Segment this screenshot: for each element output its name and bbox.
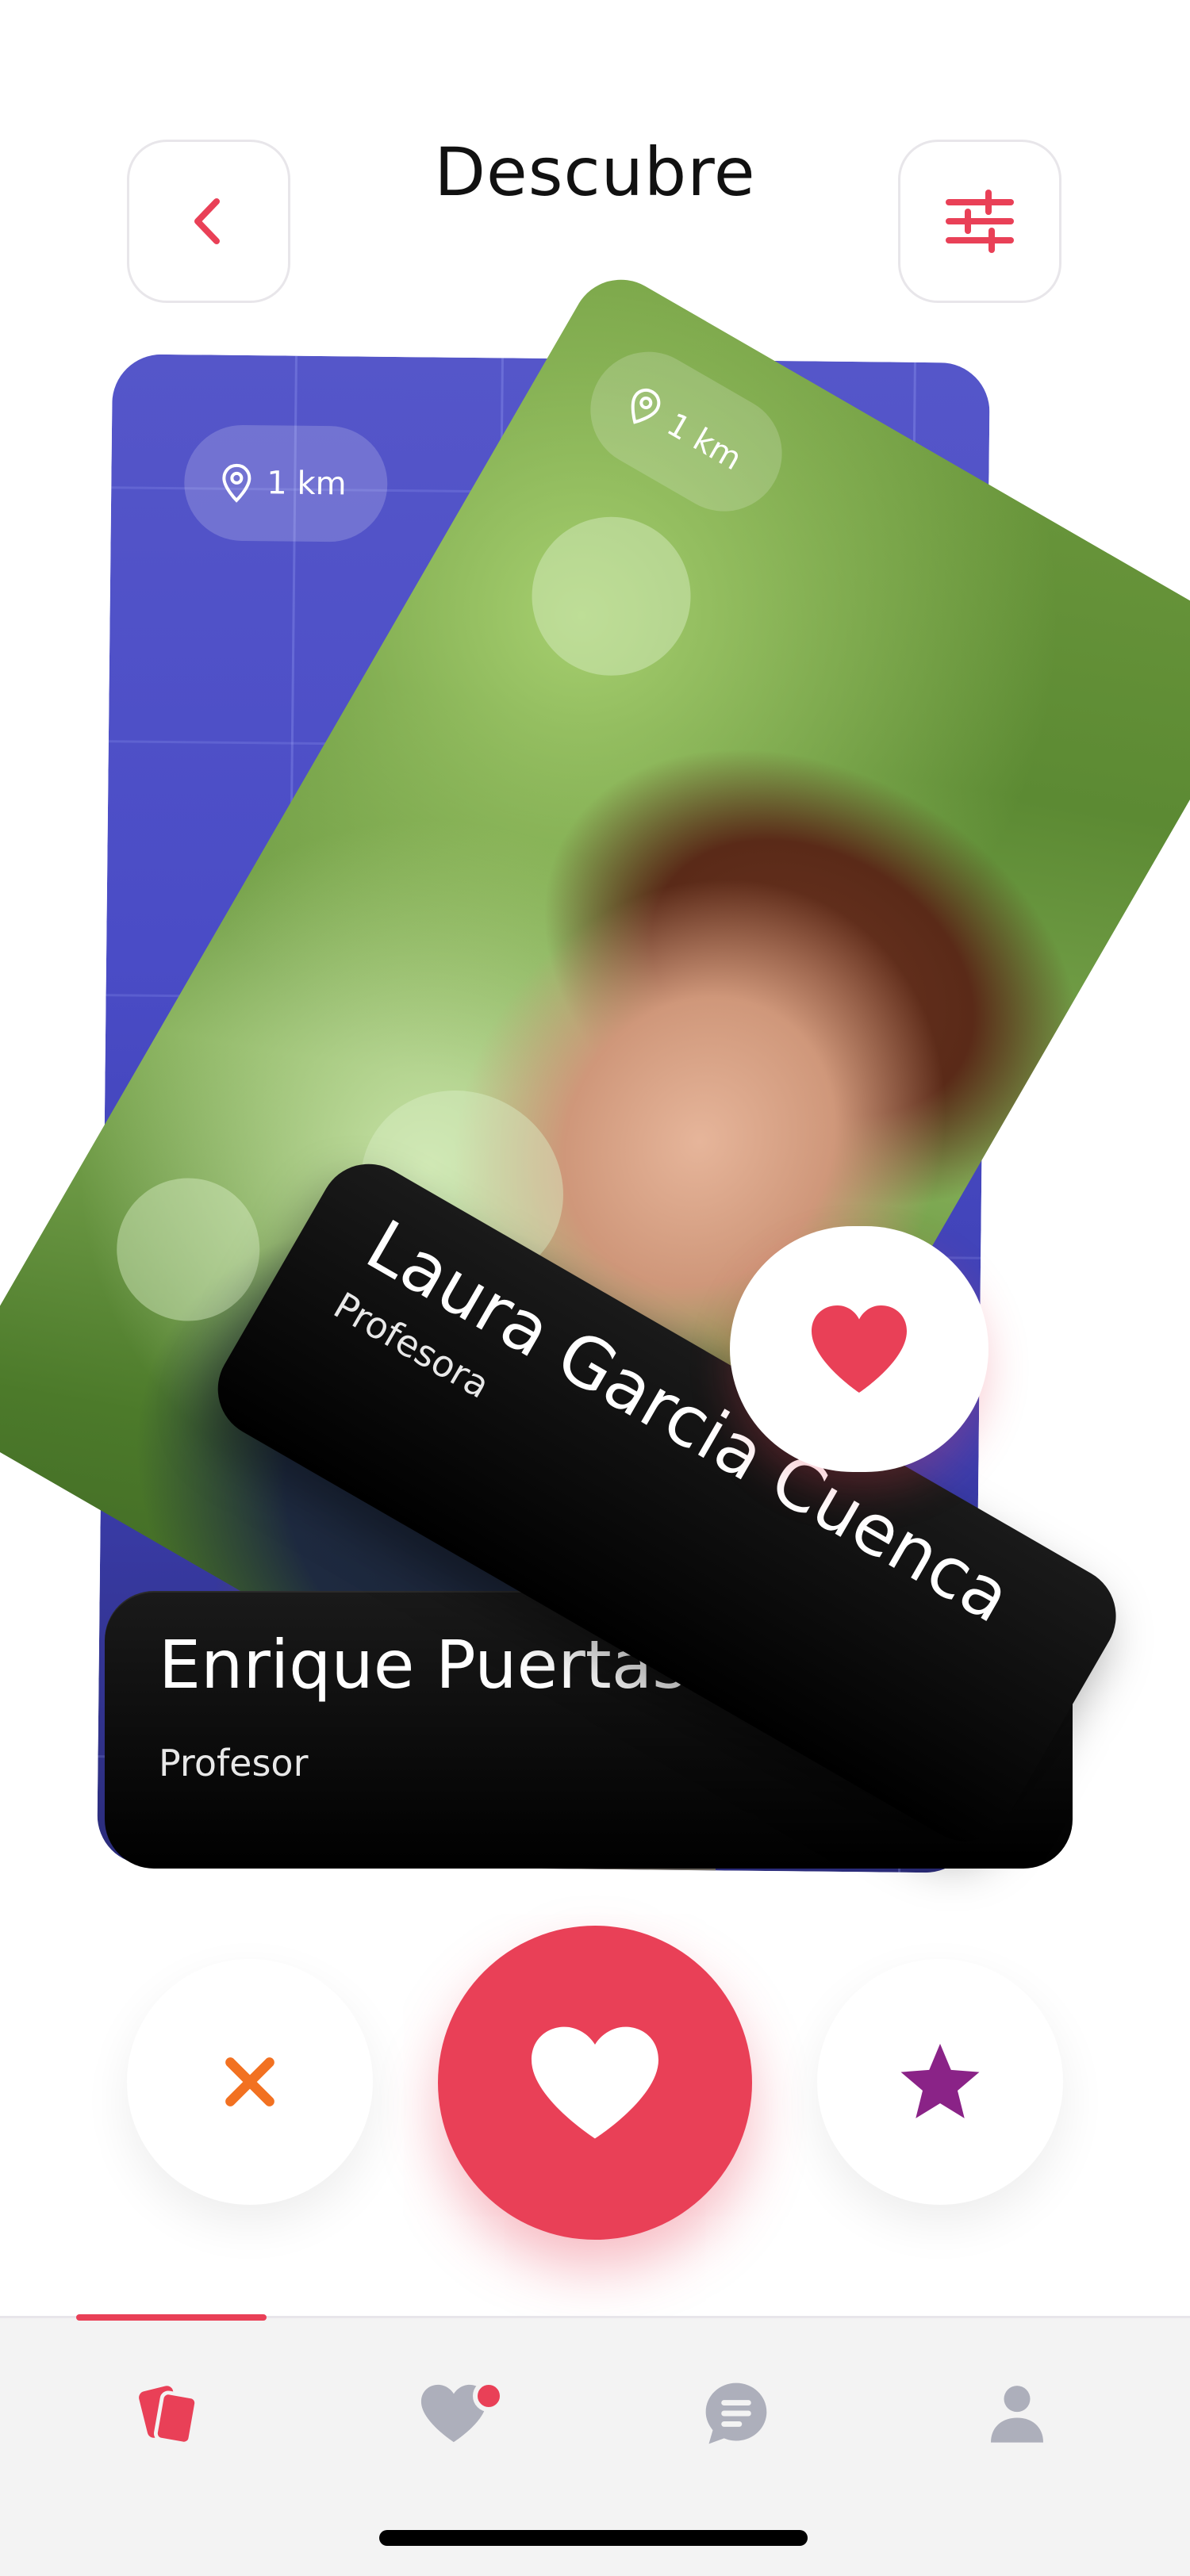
pass-button[interactable] [127, 1959, 373, 2205]
profile-role: Profesor [159, 1742, 309, 1784]
distance-badge: 1 km [569, 330, 804, 533]
chevron-left-icon [194, 198, 220, 244]
chat-icon [705, 2382, 767, 2444]
location-pin-icon [631, 388, 661, 424]
star-icon [900, 2043, 980, 2118]
location-pin-icon [222, 463, 251, 503]
distance-badge: 1 km [183, 424, 389, 542]
sliders-icon [946, 190, 1014, 253]
person-icon [991, 2386, 1043, 2443]
page-title: Descubre [434, 133, 756, 211]
card-like-button[interactable] [730, 1226, 988, 1472]
tab-messages[interactable] [689, 2366, 784, 2461]
discover-screen: Descubre 1 km 1 km Enrique Puertas Profe… [0, 0, 1190, 2576]
filter-button[interactable] [898, 140, 1061, 303]
active-tab-indicator [76, 2314, 267, 2321]
tab-discover[interactable] [124, 2366, 219, 2461]
close-icon [225, 2057, 274, 2106]
cards-icon [139, 2386, 199, 2446]
notification-dot [473, 2380, 505, 2412]
photo-bokeh [502, 488, 720, 705]
tab-profile[interactable] [969, 2366, 1065, 2461]
like-button[interactable] [438, 1926, 752, 2240]
tab-matches[interactable] [406, 2366, 505, 2461]
superlike-button[interactable] [817, 1959, 1063, 2205]
distance-text: 1 km [267, 465, 347, 503]
heart-icon [532, 2026, 658, 2139]
distance-text: 1 km [660, 406, 748, 478]
back-button[interactable] [127, 140, 290, 303]
home-indicator [379, 2530, 808, 2546]
heart-icon [812, 1305, 907, 1393]
